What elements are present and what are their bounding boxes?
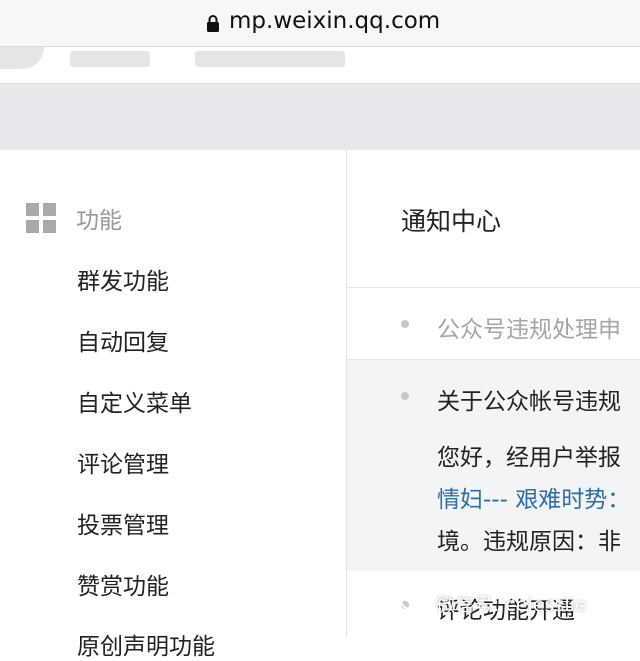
notice-item[interactable]: 公众号违规处理申 — [347, 287, 640, 359]
main-content: 通知中心 公众号违规处理申 关于公众帐号违规 您好，经用户举报 情妇--- 艰难… — [347, 150, 640, 637]
page-title: 通知中心 — [401, 207, 502, 236]
notice-body-line: 境。违规原因：非 — [437, 529, 621, 555]
watermark-text: 微信号: celesslie — [436, 594, 587, 616]
sidebar-item-reward[interactable]: 赞赏功能 — [77, 567, 169, 601]
notice-body-link[interactable]: 情妇--- 艰难时势： — [437, 480, 630, 514]
sidebar-item-custom-menu[interactable]: 自定义菜单 — [77, 384, 192, 418]
lock-icon — [207, 15, 219, 32]
watermark: 微信号: celesslie — [400, 590, 587, 617]
site-logo — [0, 47, 44, 69]
sidebar-section-header: 功能 — [26, 201, 122, 235]
sidebar: 功能 群发功能 自动回复 自定义菜单 评论管理 投票管理 赞赏功能 原创声明功能 — [0, 150, 347, 660]
bullet-dot — [401, 320, 409, 328]
account-name-blurred — [70, 51, 150, 67]
notice-body-line: 您好，经用户举报 — [437, 445, 621, 471]
sidebar-item-vote-management[interactable]: 投票管理 — [77, 506, 169, 540]
url-display[interactable]: mp.weixin.qq.com — [206, 6, 440, 36]
site-header — [0, 47, 640, 84]
notice-title[interactable]: 关于公众帐号违规 — [437, 382, 621, 416]
notice-title[interactable]: 公众号违规处理申 — [437, 310, 621, 344]
notice-item-expanded[interactable]: 关于公众帐号违规 您好，经用户举报 情妇--- 艰难时势： 境。违规原因：非 — [347, 359, 640, 573]
sidebar-item-original-declaration[interactable]: 原创声明功能 — [77, 627, 215, 661]
browser-url-bar[interactable]: mp.weixin.qq.com — [0, 0, 640, 47]
bullet-dot — [401, 392, 409, 400]
header-text-blurred — [195, 51, 345, 67]
grid-icon — [26, 203, 56, 233]
sidebar-section-label: 功能 — [76, 208, 122, 234]
top-banner — [0, 84, 640, 150]
sidebar-item-mass-send[interactable]: 群发功能 — [77, 262, 169, 296]
url-text: mp.weixin.qq.com — [229, 8, 441, 34]
sidebar-item-comment-management[interactable]: 评论管理 — [77, 445, 169, 479]
sidebar-item-auto-reply[interactable]: 自动回复 — [77, 323, 169, 357]
wechat-logo-icon — [400, 591, 430, 615]
